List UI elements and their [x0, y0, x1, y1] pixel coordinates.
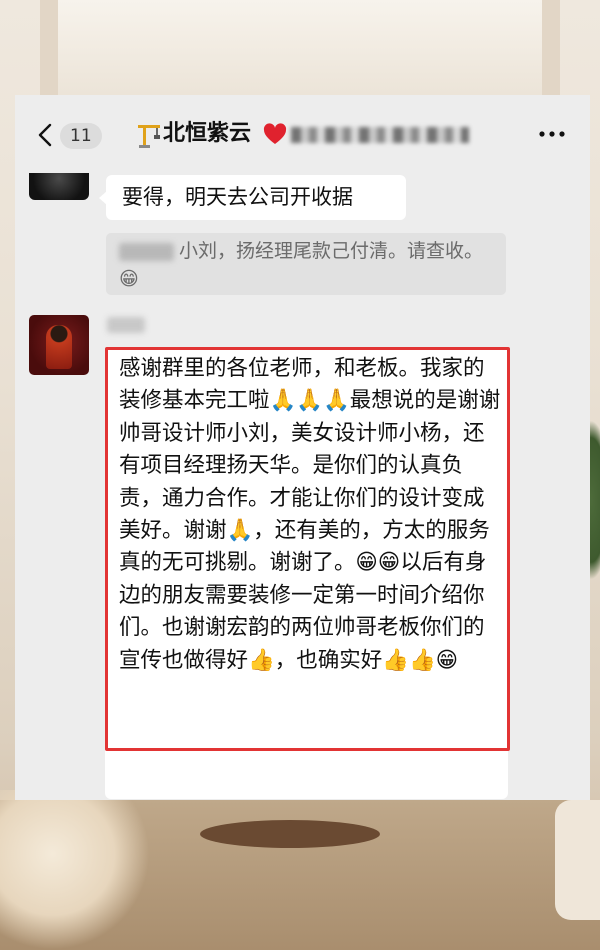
chevron-left-icon[interactable]: [33, 122, 59, 148]
message-bubble[interactable]: 感谢群里的各位老师，和老板。我家的装修基本完工啦🙏🙏🙏最想说的是谢谢帅哥设计师小…: [105, 347, 510, 799]
message-text: 要得，明天去公司开收据: [122, 185, 353, 209]
red-heart-icon: [263, 123, 287, 144]
chat-title: 北恒紫云: [163, 121, 252, 146]
background-window: [40, 0, 560, 95]
avatar[interactable]: [29, 315, 89, 375]
bubble-tail: [99, 191, 107, 205]
more-dots-icon[interactable]: [537, 129, 567, 139]
background-lamp: [0, 790, 150, 950]
background-sofa: [555, 800, 600, 920]
avatar[interactable]: [29, 173, 89, 200]
background-column: [542, 0, 560, 95]
background-column: [40, 0, 58, 95]
message-bubble[interactable]: 要得，明天去公司开收据: [99, 175, 406, 220]
chat-screenshot: 11 北恒紫云 要得，明天去公司开收据 小刘，扬经理尾款己付清。请查收。😁 感谢…: [15, 95, 590, 800]
chat-header: 11 北恒紫云: [15, 95, 590, 175]
avatar-figure: [46, 325, 72, 369]
background-table: [200, 820, 380, 848]
quote-text: 小刘，扬经理尾款己付清。请查收。😁: [119, 240, 484, 290]
title-blurred-text: [291, 127, 469, 143]
construction-crane-icon: [138, 125, 160, 148]
quoted-message[interactable]: 小刘，扬经理尾款己付清。请查收。😁: [106, 233, 506, 295]
message-text: 感谢群里的各位老师，和老板。我家的装修基本完工啦🙏🙏🙏最想说的是谢谢帅哥设计师小…: [119, 356, 501, 673]
unread-count-badge[interactable]: 11: [60, 123, 102, 149]
sender-name-blurred: [107, 317, 145, 333]
